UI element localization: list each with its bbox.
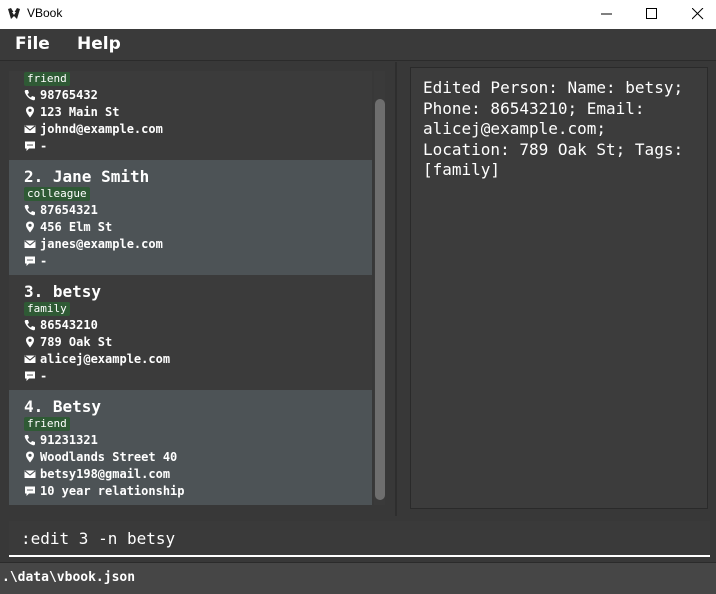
- phone-icon: [24, 320, 35, 331]
- location-text: 789 Oak St: [40, 335, 113, 349]
- location-text: Woodlands Street 40: [40, 450, 178, 464]
- phone-text: 91231321: [40, 433, 98, 447]
- person-name: 2. Jane Smith: [24, 167, 150, 186]
- phone-icon: [24, 435, 35, 446]
- remark-text: -: [40, 254, 48, 268]
- person-card[interactable]: 3. betsy family 86543210 789 Oak St alic…: [9, 275, 372, 390]
- window-title: VBook: [27, 6, 63, 20]
- result-message: Edited Person: Name: betsy; Phone: 86543…: [423, 78, 684, 179]
- phone-text: 86543210: [40, 318, 98, 332]
- email-text: johnd@example.com: [40, 122, 163, 136]
- email-icon: [24, 470, 36, 478]
- email-text: alicej@example.com: [40, 352, 171, 366]
- tag-badge: colleague: [24, 187, 90, 201]
- email-text: janes@example.com: [40, 237, 163, 251]
- remark-bubble-icon: [25, 256, 35, 266]
- person-card[interactable]: friend 98765432 123 Main St johnd@exampl…: [9, 71, 372, 160]
- remark-bubble-icon: [25, 141, 35, 151]
- person-name: 4. Betsy: [24, 397, 102, 416]
- minimize-icon: [601, 13, 612, 15]
- window-titlebar: VBook: [0, 0, 716, 29]
- menu-help[interactable]: Help: [77, 34, 121, 54]
- location-text: 456 Elm St: [40, 220, 113, 234]
- remark-text: 10 year relationship: [40, 484, 185, 498]
- minimize-button[interactable]: [584, 0, 630, 29]
- location-pin-icon: [26, 106, 34, 118]
- remark-bubble-icon: [25, 371, 35, 381]
- menu-file[interactable]: File: [15, 34, 50, 54]
- tag-badge: friend: [24, 72, 70, 86]
- location-pin-icon: [26, 221, 34, 233]
- person-name: 3. betsy: [24, 282, 102, 301]
- maximize-button[interactable]: [629, 0, 675, 29]
- tag-badge: friend: [24, 417, 70, 431]
- maximize-icon: [646, 8, 657, 19]
- phone-text: 87654321: [40, 203, 98, 217]
- menu-bar: File Help: [0, 29, 716, 61]
- remark-text: -: [40, 139, 48, 153]
- email-icon: [24, 240, 36, 248]
- command-input[interactable]: [9, 521, 710, 557]
- phone-text: 98765432: [40, 88, 98, 102]
- location-text: 123 Main St: [40, 105, 120, 119]
- app-logo-icon: [8, 8, 20, 19]
- result-display: Edited Person: Name: betsy; Phone: 86543…: [410, 67, 708, 509]
- phone-icon: [24, 205, 35, 216]
- close-icon: [692, 8, 704, 20]
- person-card[interactable]: 4. Betsy friend 91231321 Woodlands Stree…: [9, 390, 372, 505]
- email-icon: [24, 125, 36, 133]
- phone-icon: [24, 90, 35, 101]
- email-icon: [24, 355, 36, 363]
- save-file-path: .\data\vbook.json: [2, 570, 136, 585]
- location-pin-icon: [26, 336, 34, 348]
- close-button[interactable]: [675, 0, 716, 29]
- tag-badge: family: [24, 302, 70, 316]
- email-text: betsy198@gmail.com: [40, 467, 171, 481]
- location-pin-icon: [26, 451, 34, 463]
- person-card[interactable]: 2. Jane Smith colleague 87654321 456 Elm…: [9, 160, 372, 275]
- list-scrollbar-thumb[interactable]: [375, 99, 385, 500]
- remark-bubble-icon: [25, 486, 35, 496]
- remark-text: -: [40, 369, 48, 383]
- status-bar: .\data\vbook.json: [0, 562, 716, 594]
